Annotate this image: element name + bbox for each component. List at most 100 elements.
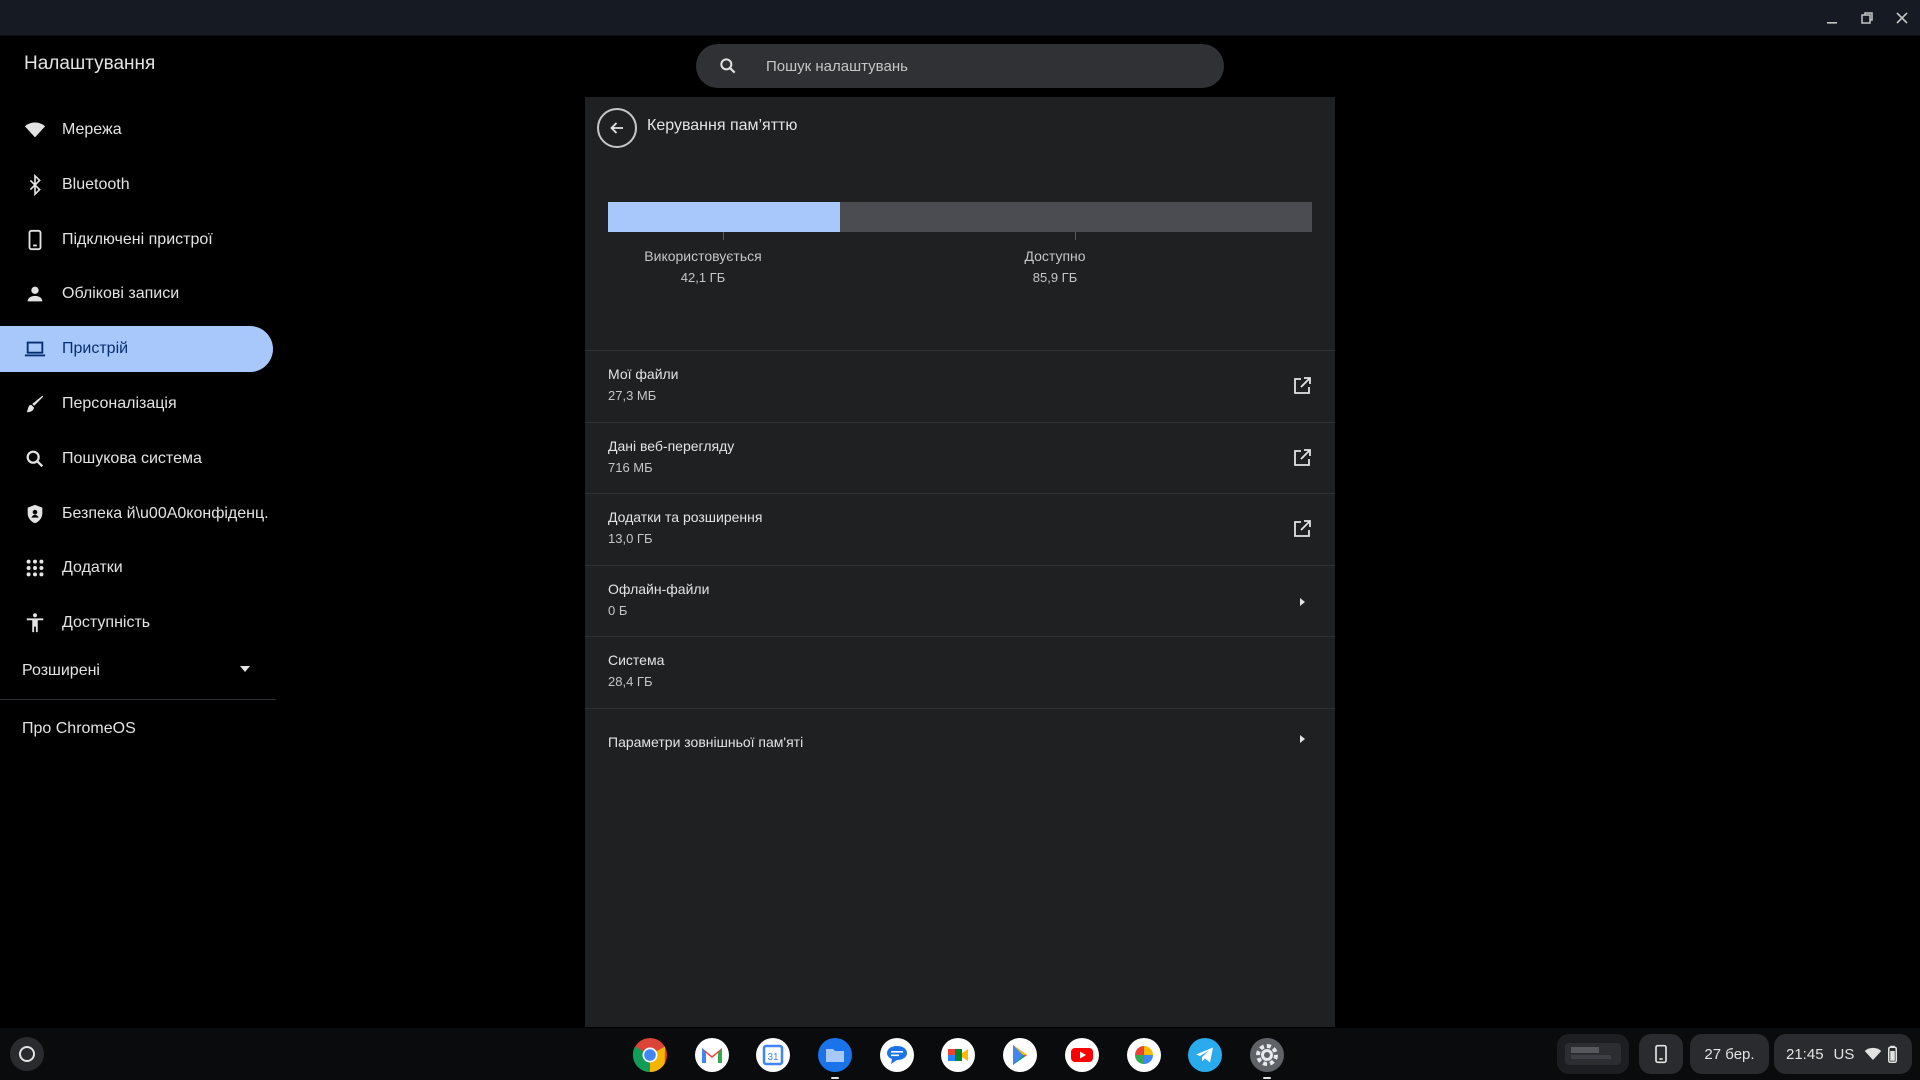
sidebar-item-accounts[interactable]: Облікові записи — [0, 271, 273, 317]
date-tray[interactable]: 27 бер. — [1690, 1034, 1769, 1074]
arrow-right-icon — [1300, 734, 1305, 743]
play-store-icon[interactable] — [1002, 1037, 1038, 1073]
launcher-button[interactable] — [10, 1037, 44, 1071]
row-value: 27,3 МБ — [608, 388, 657, 403]
restore-button[interactable] — [1855, 6, 1879, 30]
sidebar-item-label: Пошукова система — [62, 449, 202, 467]
row-title: Мої файли — [608, 366, 679, 382]
messages-icon[interactable] — [879, 1037, 915, 1073]
sidebar-item-label: Пристрій — [62, 340, 129, 358]
sidebar-item-personalization[interactable]: Персоналізація — [0, 381, 273, 427]
meet-icon[interactable] — [940, 1037, 976, 1073]
calendar-day: 31 — [767, 1052, 779, 1063]
sidebar-item-label: Доступність — [62, 614, 151, 632]
person-icon — [24, 283, 46, 305]
sidebar-item-label: Персоналізація — [62, 394, 177, 412]
storage-rows: Мої файли 27,3 МБ Дані веб-перегляду 716… — [585, 350, 1335, 779]
shelf: 31 27 бер. 21:45 US — [0, 1028, 1920, 1080]
storage-usage-bar — [608, 202, 1312, 240]
sidebar-item-label: Мережа — [62, 121, 122, 138]
storage-row-browsing-data[interactable]: Дані веб-перегляду 716 МБ — [585, 421, 1335, 494]
arrow-right-icon — [1300, 597, 1305, 606]
laptop-icon — [24, 338, 46, 360]
phone-hub-button[interactable] — [1639, 1034, 1683, 1074]
bluetooth-icon — [24, 173, 46, 196]
used-label: Використовується — [644, 248, 762, 264]
open-in-new-icon[interactable] — [1291, 375, 1313, 397]
sidebar-divider — [0, 699, 276, 700]
brush-icon — [24, 393, 46, 415]
row-title: Додатки та розширення — [608, 509, 763, 525]
about-chromeos-link[interactable]: Про ChromeOS — [22, 720, 136, 738]
chrome-icon[interactable] — [632, 1037, 668, 1073]
available-label: Доступно — [1024, 248, 1086, 264]
advanced-label: Розширені — [22, 662, 100, 679]
sidebar-item-apps[interactable]: Додатки — [0, 545, 273, 591]
shield-icon — [24, 503, 46, 525]
app-title: Налаштування — [24, 53, 156, 74]
storage-used-fill — [608, 202, 840, 232]
restore-icon — [1861, 12, 1873, 24]
row-value: 28,4 ГБ — [608, 674, 653, 689]
minimize-button[interactable] — [1820, 6, 1844, 30]
row-value: 0 Б — [608, 602, 628, 618]
open-in-new-icon[interactable] — [1291, 447, 1313, 469]
desk-preview-button[interactable] — [1557, 1034, 1629, 1074]
storage-management-card: Керування пам’яттю Використовується 42,1… — [585, 97, 1335, 1027]
available-value: 85,9 ГБ — [1032, 270, 1078, 285]
youtube-icon[interactable] — [1064, 1037, 1100, 1073]
window-title-bar — [0, 0, 1920, 36]
row-title: Офлайн-файли — [608, 580, 710, 597]
desk-thumbnail-icon — [1565, 1043, 1621, 1065]
calendar-icon[interactable]: 31 — [755, 1037, 791, 1073]
arrow-back-icon — [610, 122, 623, 134]
phone-icon — [24, 229, 46, 251]
caret-down-icon — [240, 666, 250, 672]
row-title: Система — [608, 652, 665, 668]
app-running-indicator — [831, 1077, 839, 1079]
sidebar-item-device[interactable]: Пристрій — [0, 326, 273, 373]
wifi-icon — [1865, 1047, 1882, 1060]
storage-row-offline-files[interactable]: Офлайн-файли 0 Б — [585, 564, 1335, 637]
files-icon[interactable] — [817, 1037, 853, 1079]
sidebar-nav: Мережа Bluetooth Підключені пристрої Обл… — [0, 107, 274, 655]
sidebar-item-label: Безпека й\u00A0конфіденц. — [62, 504, 269, 522]
gmail-icon[interactable] — [694, 1037, 730, 1073]
sidebar-item-search-engine[interactable]: Пошукова система — [0, 436, 273, 482]
open-in-new-icon[interactable] — [1291, 518, 1313, 540]
sidebar-item-privacy[interactable]: Безпека й\u00A0конфіденц. — [0, 491, 273, 537]
sidebar-item-label: Підключені пристрої — [62, 230, 213, 248]
accessibility-icon — [24, 612, 46, 634]
search-box[interactable] — [696, 44, 1224, 88]
storage-row-my-files[interactable]: Мої файли 27,3 МБ — [585, 350, 1335, 422]
sidebar-item-network[interactable]: Мережа — [0, 107, 273, 153]
sidebar-item-label: Облікові записи — [62, 285, 180, 303]
sidebar-item-label: Додатки — [62, 559, 123, 577]
storage-row-system: Система 28,4 ГБ — [585, 636, 1335, 708]
apps-grid-icon — [24, 557, 46, 579]
sidebar-item-bluetooth[interactable]: Bluetooth — [0, 162, 273, 208]
photos-icon[interactable] — [1126, 1037, 1162, 1073]
telegram-icon[interactable] — [1187, 1037, 1223, 1073]
battery-icon — [1888, 1045, 1898, 1063]
search-icon — [720, 58, 736, 74]
used-value: 42,1 ГБ — [680, 270, 726, 285]
close-button[interactable] — [1890, 6, 1914, 30]
status-tray[interactable]: 21:45 US — [1774, 1034, 1912, 1074]
row-title: Параметри зовнішньої пам'яті — [608, 733, 804, 750]
sidebar-item-connected-devices[interactable]: Підключені пристрої — [0, 217, 273, 263]
clock-time: 21:45 — [1786, 1045, 1824, 1063]
advanced-section-toggle[interactable]: Розширені — [0, 650, 274, 692]
wifi-icon — [24, 119, 46, 141]
available-tick — [1075, 232, 1076, 240]
row-title: Дані веб-перегляду — [608, 437, 735, 454]
sidebar-item-accessibility[interactable]: Доступність — [0, 600, 273, 646]
page-title: Керування пам’яттю — [647, 117, 798, 134]
storage-row-apps-extensions[interactable]: Додатки та розширення 13,0 ГБ — [585, 493, 1335, 565]
search-input[interactable] — [766, 54, 1206, 78]
row-value: 13,0 ГБ — [608, 531, 653, 546]
row-value: 716 МБ — [608, 459, 653, 475]
storage-row-external-storage[interactable]: Параметри зовнішньої пам'яті — [585, 707, 1335, 780]
settings-icon[interactable] — [1249, 1037, 1285, 1079]
back-button[interactable] — [597, 108, 637, 148]
